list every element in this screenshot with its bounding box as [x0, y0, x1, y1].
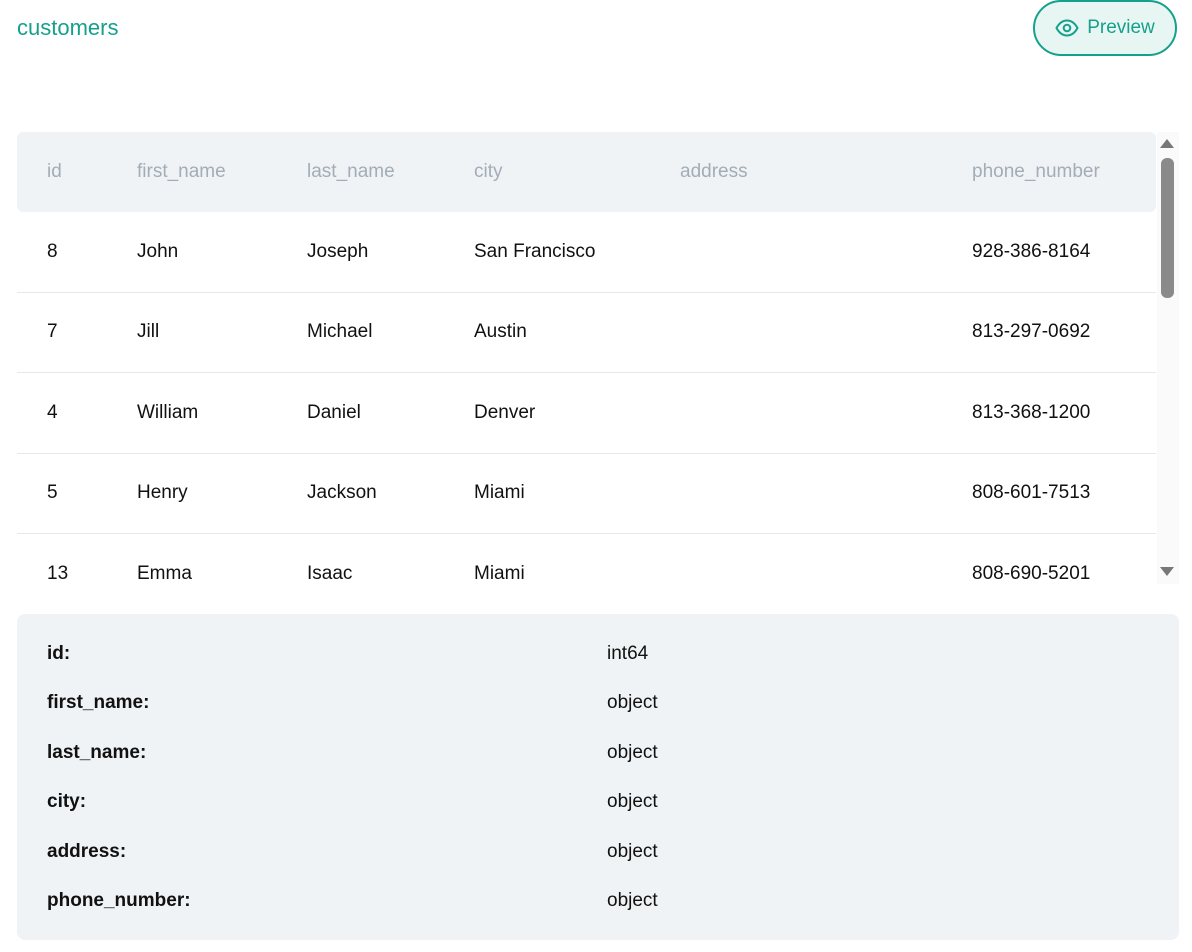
- cell-last-name: Daniel: [307, 402, 361, 423]
- schema-row: city: object: [17, 787, 1179, 817]
- schema-type: object: [607, 692, 658, 713]
- cell-first-name: Emma: [137, 563, 192, 584]
- schema-key: city:: [47, 791, 87, 812]
- schema-type: object: [607, 841, 658, 862]
- cell-id: 4: [47, 402, 58, 423]
- schema-row: last_name: object: [17, 738, 1179, 768]
- schema-key: address:: [47, 841, 127, 862]
- cell-id: 8: [47, 241, 58, 262]
- cell-first-name: Jill: [137, 321, 160, 342]
- schema-key: phone_number:: [47, 890, 191, 911]
- table-row[interactable]: 7 Jill Michael Austin 813-297-0692: [17, 292, 1156, 373]
- schema-key: id:: [47, 643, 71, 664]
- schema-type: object: [607, 890, 658, 911]
- column-header-phone-number[interactable]: phone_number: [972, 132, 1100, 212]
- cell-city: Miami: [474, 563, 525, 584]
- cell-city: Denver: [474, 402, 536, 423]
- cell-last-name: Isaac: [307, 563, 353, 584]
- schema-type: object: [607, 742, 658, 763]
- column-header-id[interactable]: id: [47, 132, 62, 212]
- preview-label: Preview: [1087, 17, 1155, 38]
- cell-phone-number: 808-690-5201: [972, 563, 1091, 584]
- cell-city: San Francisco: [474, 241, 596, 262]
- schema-row: id: int64: [17, 639, 1179, 669]
- schema-key: first_name:: [47, 692, 150, 713]
- table-row[interactable]: 5 Henry Jackson Miami 808-601-7513: [17, 453, 1156, 534]
- cell-id: 13: [47, 563, 69, 584]
- cell-last-name: Michael: [307, 321, 373, 342]
- table-scrollbar[interactable]: [1157, 132, 1179, 584]
- table-row[interactable]: 4 William Daniel Denver 813-368-1200: [17, 373, 1156, 454]
- schema-type: int64: [607, 643, 649, 664]
- schema-row: address: object: [17, 837, 1179, 867]
- cell-id: 5: [47, 482, 58, 503]
- cell-phone-number: 813-297-0692: [972, 321, 1091, 342]
- schema-row: phone_number: object: [17, 886, 1179, 916]
- schema-row: first_name: object: [17, 688, 1179, 718]
- cell-last-name: Jackson: [307, 482, 377, 503]
- cell-phone-number: 813-368-1200: [972, 402, 1091, 423]
- cell-phone-number: 808-601-7513: [972, 482, 1091, 503]
- table-header: id first_name last_name city address pho…: [17, 132, 1156, 212]
- schema-key: last_name:: [47, 742, 147, 763]
- column-header-first-name[interactable]: first_name: [137, 132, 226, 212]
- schema-panel: id: int64 first_name: object last_name: …: [17, 614, 1179, 940]
- table-row[interactable]: 8 John Joseph San Francisco 928-386-8164: [17, 212, 1156, 293]
- data-table: id first_name last_name city address pho…: [17, 132, 1156, 606]
- cell-first-name: William: [137, 402, 199, 423]
- eye-icon: [1055, 16, 1079, 40]
- cell-phone-number: 928-386-8164: [972, 241, 1091, 262]
- preview-button[interactable]: Preview: [1033, 0, 1177, 56]
- scrollbar-thumb[interactable]: [1161, 158, 1174, 298]
- cell-last-name: Joseph: [307, 241, 369, 262]
- cell-city: Austin: [474, 321, 527, 342]
- cell-id: 7: [47, 321, 58, 342]
- cell-first-name: John: [137, 241, 179, 262]
- schema-type: object: [607, 791, 658, 812]
- column-header-address[interactable]: address: [680, 132, 748, 212]
- triangle-up-icon[interactable]: [1160, 139, 1174, 148]
- cell-city: Miami: [474, 482, 525, 503]
- column-header-last-name[interactable]: last_name: [307, 132, 395, 212]
- table-title: customers: [17, 15, 119, 40]
- table-row[interactable]: 13 Emma Isaac Miami 808-690-5201: [17, 534, 1156, 606]
- column-header-city[interactable]: city: [474, 132, 503, 212]
- triangle-down-icon[interactable]: [1160, 567, 1174, 576]
- cell-first-name: Henry: [137, 482, 188, 503]
